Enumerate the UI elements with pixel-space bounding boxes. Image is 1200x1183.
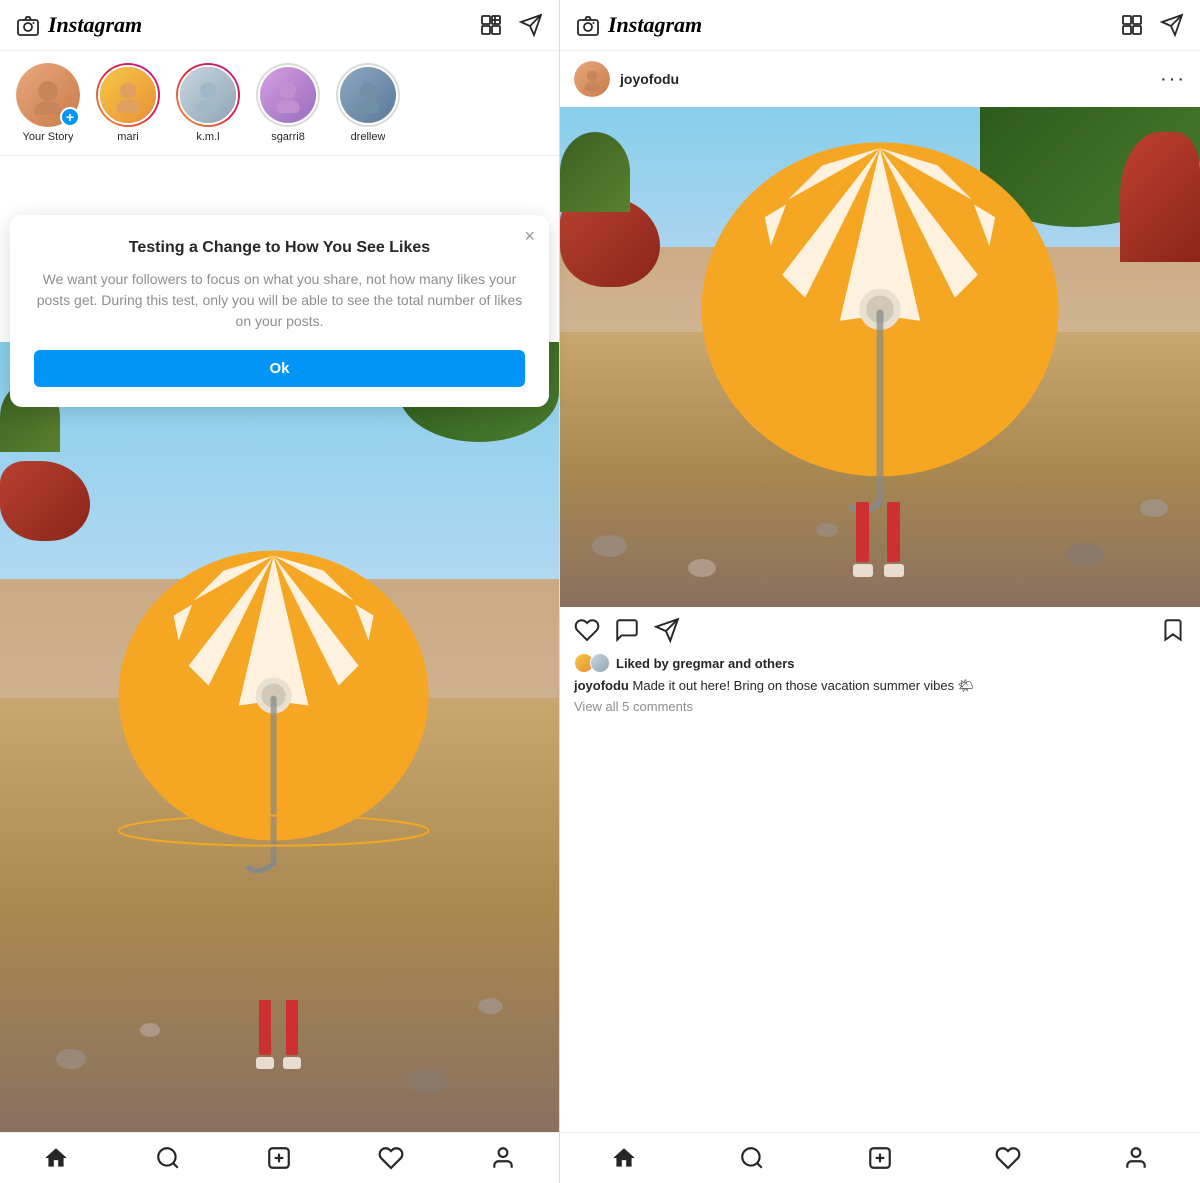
left-nav-heart[interactable] bbox=[378, 1145, 404, 1171]
like-icon[interactable] bbox=[574, 617, 600, 643]
story-label-mari: mari bbox=[117, 131, 138, 143]
story-item-drellew[interactable]: drellew bbox=[336, 63, 400, 143]
likes-avatars bbox=[574, 653, 610, 673]
right-send-icon[interactable] bbox=[1160, 13, 1184, 37]
likes-text: Liked by gregmar and others bbox=[616, 656, 795, 671]
likes-dialog: × Testing a Change to How You See Likes … bbox=[10, 215, 549, 407]
right-leg-left bbox=[856, 502, 873, 577]
right-rock-g2 bbox=[688, 559, 716, 577]
right-post-image bbox=[560, 107, 1200, 607]
left-nav-profile[interactable] bbox=[490, 1145, 516, 1171]
add-story-btn[interactable]: + bbox=[60, 107, 80, 127]
likes-avatar-2 bbox=[590, 653, 610, 673]
right-post-username[interactable]: joyofodu bbox=[620, 71, 679, 87]
dialog-title: Testing a Change to How You See Likes bbox=[34, 239, 525, 257]
right-nav-home[interactable] bbox=[611, 1145, 637, 1171]
story-item-mari[interactable]: mari bbox=[96, 63, 160, 143]
bookmark-icon[interactable] bbox=[1160, 617, 1186, 643]
left-nav-search[interactable] bbox=[155, 1145, 181, 1171]
new-post-icon[interactable] bbox=[479, 13, 503, 37]
right-bottom-nav bbox=[560, 1132, 1200, 1183]
left-bottom-nav bbox=[0, 1132, 559, 1183]
left-header-left: Instagram bbox=[16, 12, 142, 38]
dialog-close-btn[interactable]: × bbox=[524, 227, 535, 245]
rock-4 bbox=[478, 998, 503, 1014]
right-logo: Instagram bbox=[608, 12, 702, 38]
stories-bar: + Your Story mari bbox=[0, 51, 559, 156]
right-rock-g3 bbox=[816, 523, 838, 537]
right-post-more-btn[interactable]: ··· bbox=[1160, 74, 1186, 84]
left-nav-home[interactable] bbox=[43, 1145, 69, 1171]
right-nav-heart[interactable] bbox=[995, 1145, 1021, 1171]
story-label-your-story: Your Story bbox=[23, 131, 74, 143]
left-post-image bbox=[0, 342, 559, 1132]
leg-right bbox=[286, 1000, 301, 1069]
likes-and: and bbox=[728, 656, 755, 671]
right-rock-right bbox=[1120, 132, 1200, 262]
right-nav-search[interactable] bbox=[739, 1145, 765, 1171]
story-label-sgarri8: sgarri8 bbox=[271, 131, 305, 143]
person-legs bbox=[259, 1000, 301, 1069]
send-icon[interactable] bbox=[519, 13, 543, 37]
story-item-your-story[interactable]: + Your Story bbox=[16, 63, 80, 143]
story-label-kml: k.m.l bbox=[196, 131, 219, 143]
story-item-sgarri8[interactable]: sgarri8 bbox=[256, 63, 320, 143]
right-panel: Instagram bbox=[560, 0, 1200, 1183]
comment-icon[interactable] bbox=[614, 617, 640, 643]
right-rock-g5 bbox=[1140, 499, 1168, 517]
right-new-post-icon[interactable] bbox=[1120, 13, 1144, 37]
right-rock-g4 bbox=[1066, 543, 1104, 567]
right-rock-g1 bbox=[592, 535, 627, 557]
right-post-info: Liked by gregmar and others joyofodu Mad… bbox=[560, 649, 1200, 722]
leg-left bbox=[259, 1000, 274, 1069]
right-person-legs bbox=[856, 502, 904, 577]
right-umbrella-svg bbox=[690, 137, 1070, 517]
likes-others[interactable]: others bbox=[755, 656, 795, 671]
right-post-user-info: joyofodu bbox=[574, 61, 679, 97]
dialog-ok-button[interactable]: Ok bbox=[34, 350, 525, 387]
view-comments-btn[interactable]: View all 5 comments bbox=[574, 699, 1186, 714]
story-item-kml[interactable]: k.m.l bbox=[176, 63, 240, 143]
share-icon[interactable] bbox=[654, 617, 680, 643]
right-header-left: Instagram bbox=[576, 12, 702, 38]
left-header: Instagram bbox=[0, 0, 559, 51]
right-post-header: joyofodu ··· bbox=[560, 51, 1200, 107]
right-header: Instagram bbox=[560, 0, 1200, 51]
likes-username[interactable]: gregmar bbox=[672, 656, 724, 671]
right-nav-profile[interactable] bbox=[1123, 1145, 1149, 1171]
right-post-avatar[interactable] bbox=[574, 61, 610, 97]
story-label-drellew: drellew bbox=[351, 131, 386, 143]
left-logo: Instagram bbox=[48, 12, 142, 38]
right-caption-username[interactable]: joyofodu bbox=[574, 678, 629, 693]
right-nav-add[interactable] bbox=[867, 1145, 893, 1171]
left-nav-add[interactable] bbox=[266, 1145, 292, 1171]
camera-icon[interactable] bbox=[16, 13, 40, 37]
right-caption-text: Made it out here! Bring on those vacatio… bbox=[633, 678, 975, 693]
likes-row: Liked by gregmar and others bbox=[574, 653, 1186, 673]
right-caption: joyofodu Made it out here! Bring on thos… bbox=[574, 677, 1186, 695]
umbrella-svg bbox=[113, 546, 433, 876]
rock-1 bbox=[56, 1049, 86, 1069]
left-panel: Instagram bbox=[0, 0, 560, 1183]
dialog-body: We want your followers to focus on what … bbox=[34, 269, 525, 332]
right-trees-left bbox=[560, 132, 630, 212]
right-leg-right bbox=[887, 502, 904, 577]
right-camera-icon[interactable] bbox=[576, 13, 600, 37]
right-post-actions bbox=[560, 607, 1200, 649]
rock-3 bbox=[407, 1069, 447, 1093]
right-action-icons-left bbox=[574, 617, 680, 643]
rock-2 bbox=[140, 1023, 160, 1037]
left-header-icons bbox=[479, 13, 543, 37]
likes-by-label: Liked by bbox=[616, 656, 669, 671]
right-header-icons bbox=[1120, 13, 1184, 37]
